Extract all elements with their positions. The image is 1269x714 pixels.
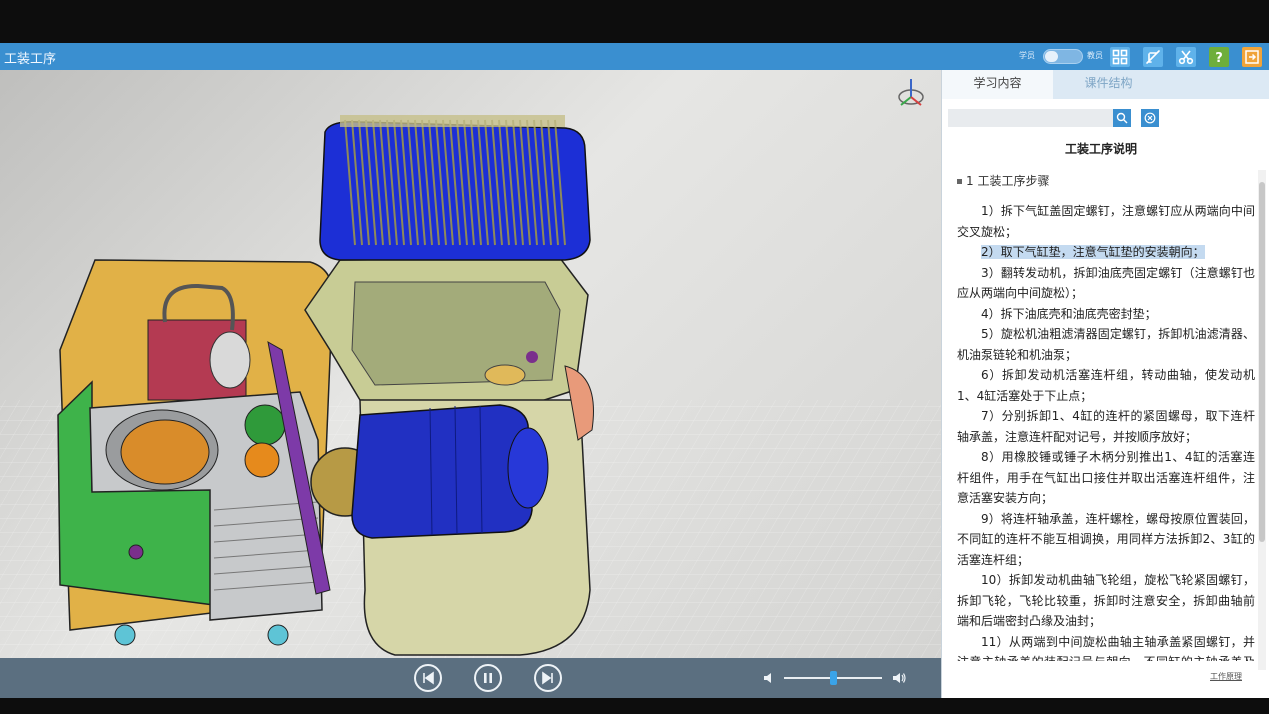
playback-bar	[0, 658, 941, 698]
volume-slider-handle[interactable]	[829, 671, 837, 685]
app-window: 工装工序 学员 教员 ? 学习内容 课件结构 工装工序说明 1 工装工序步骤 1…	[0, 0, 1269, 714]
role-student-label: 学员	[1019, 51, 1035, 60]
piston-top-part	[120, 419, 210, 485]
step-item: 10）拆卸发动机曲轴飞轮组，旋松飞轮紧固螺钉，拆卸飞轮，飞轮比较重，拆卸时注意安…	[957, 573, 1255, 628]
next-icon	[542, 671, 553, 685]
section-heading[interactable]: 1 工装工序步骤	[957, 172, 1049, 189]
step-item: 1）拆下气缸盖固定螺钉，注意螺钉应从两端向中间交叉旋松；	[957, 204, 1255, 239]
step-item-highlighted: 2）取下气缸垫，注意气缸垫的安装朝向；	[981, 245, 1205, 259]
motor-end-cap-part	[507, 427, 549, 509]
panel-scrollbar-thumb[interactable]	[1259, 182, 1265, 542]
engine-model-render	[0, 79, 941, 658]
clear-icon	[1144, 112, 1156, 124]
section-cut-button[interactable]	[1176, 47, 1196, 67]
steps-list: 1）拆下气缸盖固定螺钉，注意螺钉应从两端向中间交叉旋松； 2）取下气缸垫，注意气…	[957, 201, 1255, 661]
axis-gizmo-icon	[898, 79, 924, 106]
tab-course-structure[interactable]: 课件结构	[1053, 70, 1164, 99]
volume-low-icon[interactable]	[763, 672, 775, 684]
next-button[interactable]	[534, 664, 562, 692]
tab-learning-content[interactable]: 学习内容	[942, 70, 1053, 99]
step-item: 6）拆卸发动机活塞连杆组，转动曲轴，使发动机1、4缸活塞处于下止点；	[957, 368, 1255, 403]
working-principle-link[interactable]: 工作原理	[1210, 671, 1242, 682]
bolt-part	[128, 544, 144, 560]
step-item: 3）翻转发动机，拆卸油底壳固定螺钉（注意螺钉也应从两端向中间旋松）；	[957, 265, 1255, 301]
document-title: 工装工序说明	[1064, 142, 1137, 156]
canister-part	[209, 331, 251, 389]
app-title: 工装工序	[4, 52, 57, 67]
step-item: 8）用橡胶锤或锤子木柄分别推出1、4缸的活塞连杆组件，用手在气缸出口接住并取出活…	[957, 450, 1255, 505]
bottom-bolt-part	[114, 624, 136, 646]
airplane-icon	[1146, 50, 1160, 64]
filter-top-edge-part	[340, 115, 565, 127]
fly-mode-button[interactable]	[1143, 47, 1163, 67]
search-input[interactable]	[948, 109, 1113, 127]
pause-button[interactable]	[474, 664, 502, 692]
role-toggle[interactable]	[1043, 49, 1083, 64]
help-icon: ?	[1215, 51, 1223, 65]
collapse-bullet-icon	[957, 179, 962, 184]
step-item: 9）将连杆轴承盖，连杆螺栓，螺母按原位置装回，不同缸的连杆不能互相调换，用同样方…	[957, 511, 1255, 567]
learning-panel: 学习内容 课件结构 工装工序说明 1 工装工序步骤 1）拆下气缸盖固定螺钉，注意…	[941, 70, 1269, 698]
clear-search-button[interactable]	[1141, 109, 1159, 127]
svg-text:?: ?	[1215, 51, 1223, 65]
toggle-knob	[1045, 51, 1058, 62]
oil-pan-inner-part	[351, 281, 561, 386]
step-item: 11）从两端到中间旋松曲轴主轴承盖紧固螺钉，并注意主轴承盖的装配记号与朝向，不同…	[957, 634, 1255, 662]
pause-icon	[484, 673, 492, 683]
grid-icon	[1112, 49, 1128, 65]
oil-pan-port-part	[484, 364, 526, 386]
prev-icon	[423, 671, 434, 685]
orange-valve-part	[244, 442, 280, 478]
step-item: 7）分别拆卸1、4缸的连杆的紧固螺母，取下连杆轴承盖，注意连杆配对记号，并按顺序…	[957, 409, 1255, 444]
help-button[interactable]: ?	[1209, 47, 1229, 67]
step-item: 5）旋松机油粗滤清器固定螺钉，拆卸机油滤清器、机油泵链轮和机油泵；	[957, 327, 1255, 362]
step-item: 4）拆下油底壳和油底壳密封垫；	[981, 306, 1157, 321]
search-button[interactable]	[1113, 109, 1131, 127]
blue-motor-part	[351, 404, 533, 539]
panel-tabs: 学习内容 课件结构	[942, 70, 1269, 99]
volume-high-icon[interactable]	[892, 672, 906, 684]
section-heading-text: 1 工装工序步骤	[966, 174, 1050, 188]
previous-button[interactable]	[414, 664, 442, 692]
oil-pan-bolt-part	[526, 351, 538, 363]
grid-button[interactable]	[1110, 47, 1130, 67]
exit-button[interactable]	[1242, 47, 1262, 67]
search-icon	[1116, 112, 1128, 124]
green-valve-part	[244, 404, 286, 446]
scissors-icon	[1178, 50, 1194, 65]
exit-icon	[1245, 50, 1259, 64]
role-teacher-label: 教员	[1087, 51, 1103, 60]
title-bar: 工装工序 学员 教员 ?	[0, 43, 1269, 70]
bottom-bolt-part	[267, 624, 289, 646]
model-viewport[interactable]	[0, 70, 941, 658]
